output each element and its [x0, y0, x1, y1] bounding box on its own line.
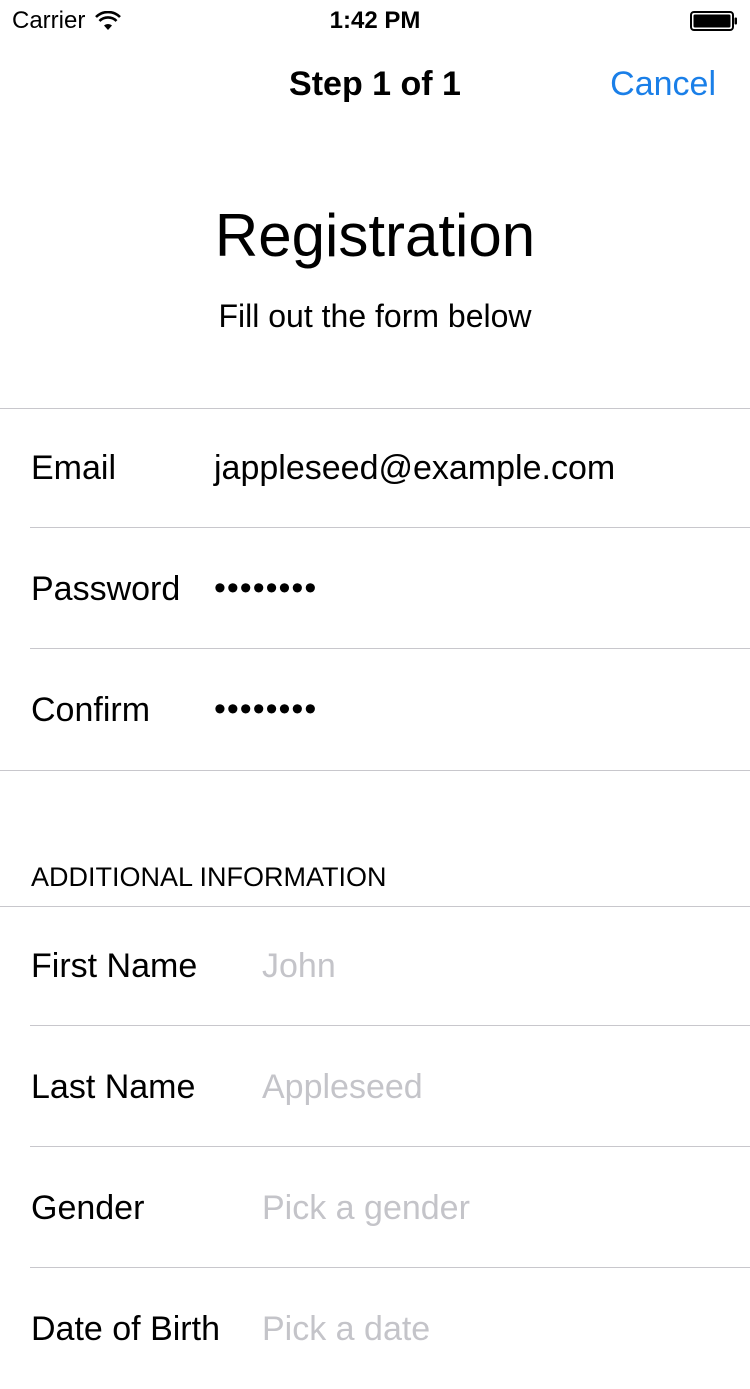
section-divider — [0, 770, 750, 771]
gender-row[interactable]: Gender Pick a gender — [0, 1148, 750, 1268]
password-label: Password — [31, 570, 181, 608]
additional-information-section: First Name John Last Name Appleseed Gend… — [0, 906, 750, 1348]
page-subtitle: Fill out the form below — [218, 298, 532, 334]
row-divider — [30, 648, 750, 649]
gender-label: Gender — [31, 1189, 145, 1227]
battery-icon — [690, 11, 737, 31]
confirm-password-field[interactable]: •••••••• — [214, 689, 317, 729]
date-of-birth-row[interactable]: Date of Birth Pick a date — [0, 1269, 750, 1389]
status-time: 1:42 PM — [329, 7, 421, 34]
last-name-label: Last Name — [31, 1068, 196, 1106]
last-name-row[interactable]: Last Name Appleseed — [0, 1027, 750, 1147]
row-divider — [30, 1025, 750, 1026]
row-divider — [30, 527, 750, 528]
first-name-field[interactable]: John — [262, 946, 336, 986]
confirm-password-row[interactable]: Confirm •••••••• — [0, 650, 750, 770]
password-field[interactable]: •••••••• — [214, 568, 317, 608]
row-divider — [30, 1146, 750, 1147]
confirm-label: Confirm — [31, 691, 151, 729]
gender-picker[interactable]: Pick a gender — [262, 1188, 470, 1228]
first-name-row[interactable]: First Name John — [0, 906, 750, 1026]
page-title: Registration — [214, 202, 536, 269]
date-of-birth-label: Date of Birth — [31, 1310, 220, 1348]
email-label: Email — [31, 449, 117, 487]
section-header-additional-information: ADDITIONAL INFORMATION — [31, 862, 387, 892]
password-row[interactable]: Password •••••••• — [0, 529, 750, 649]
email-row[interactable]: Email jappleseed@example.com — [0, 408, 750, 528]
status-bar: Carrier 1:42 PM — [0, 0, 750, 40]
date-of-birth-picker[interactable]: Pick a date — [262, 1309, 430, 1349]
last-name-field[interactable]: Appleseed — [262, 1067, 423, 1107]
cancel-button[interactable]: Cancel — [610, 64, 716, 104]
navigation-bar: Step 1 of 1 Cancel — [0, 40, 750, 128]
account-section: Email jappleseed@example.com Password ••… — [0, 408, 750, 771]
first-name-label: First Name — [31, 947, 198, 985]
email-field[interactable]: jappleseed@example.com — [214, 448, 615, 488]
row-divider — [30, 1267, 750, 1268]
